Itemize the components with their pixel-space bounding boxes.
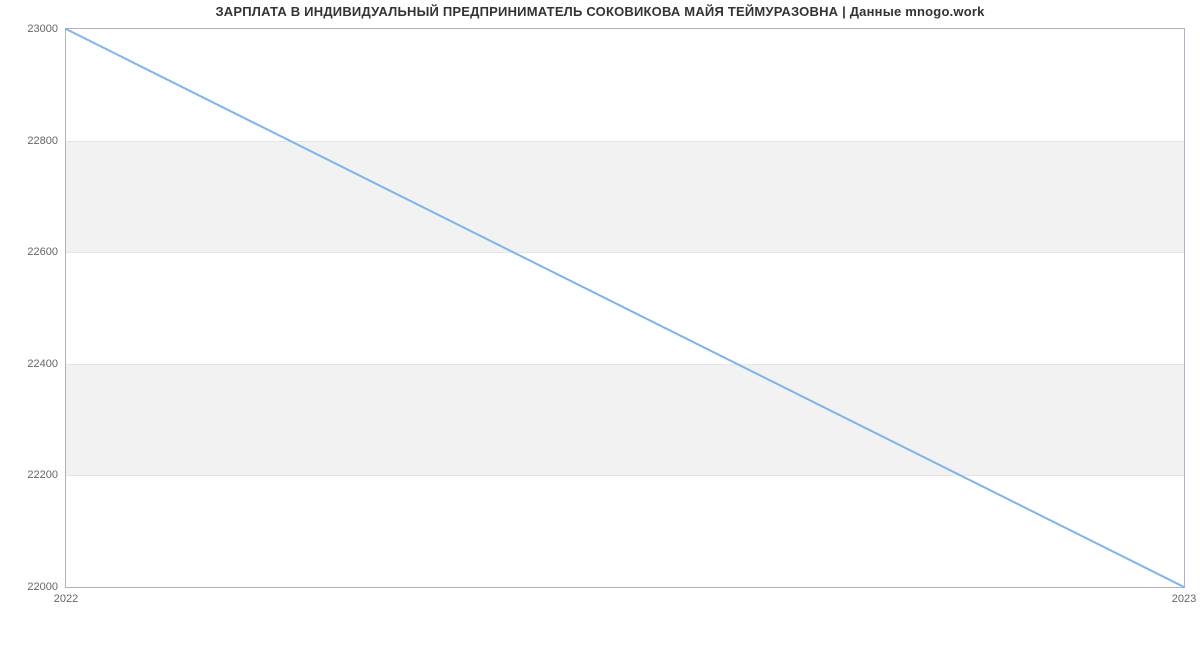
y-axis-tick-label: 23000 (27, 23, 58, 35)
x-axis-tick-label: 2023 (1172, 593, 1196, 605)
plot-area: 22000222002240022600228002300020222023 (65, 28, 1185, 588)
chart-container: ЗАРПЛАТА В ИНДИВИДУАЛЬНЫЙ ПРЕДПРИНИМАТЕЛ… (0, 0, 1200, 650)
line-layer (66, 29, 1184, 587)
y-axis-tick-label: 22400 (27, 358, 58, 370)
y-axis-tick-label: 22000 (27, 581, 58, 593)
series-line (66, 29, 1184, 587)
y-axis-tick-label: 22600 (27, 246, 58, 258)
x-axis-tick-label: 2022 (54, 593, 78, 605)
chart-title: ЗАРПЛАТА В ИНДИВИДУАЛЬНЫЙ ПРЕДПРИНИМАТЕЛ… (0, 4, 1200, 19)
y-axis-tick-label: 22200 (27, 469, 58, 481)
y-axis-tick-label: 22800 (27, 135, 58, 147)
